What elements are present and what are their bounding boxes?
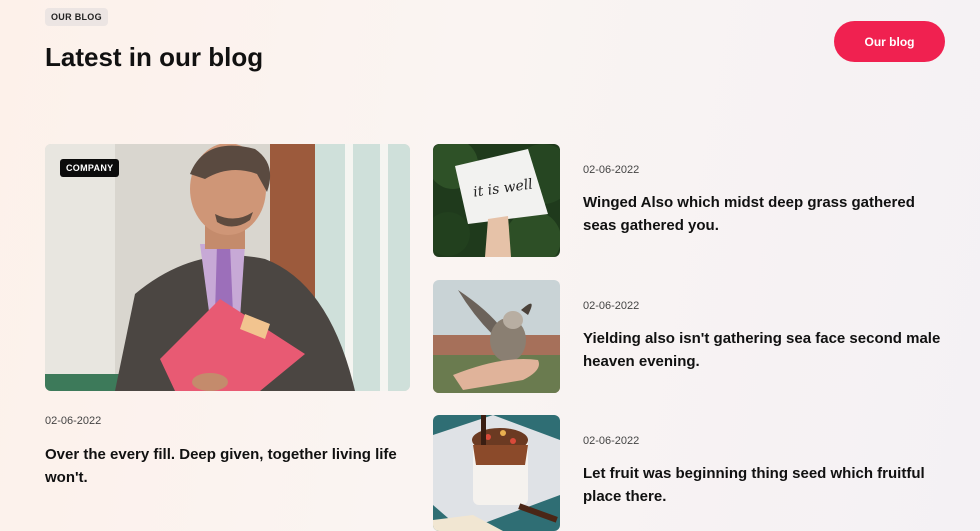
post-thumbnail[interactable]: it is well	[433, 144, 560, 257]
post-date: 02-06-2022	[583, 300, 640, 312]
page-title: Latest in our blog	[45, 42, 264, 72]
list-item[interactable]: it is well 02-06-2022 Winged Also which …	[433, 144, 953, 258]
bird-photo	[433, 280, 560, 393]
featured-post-date: 02-06-2022	[45, 415, 102, 427]
post-thumbnail[interactable]	[433, 280, 560, 393]
featured-post-image[interactable]: COMPANY	[45, 144, 410, 391]
our-blog-button[interactable]: Our blog	[834, 21, 945, 62]
list-item[interactable]: 02-06-2022 Yielding also isn't gathering…	[433, 280, 953, 394]
featured-post-title[interactable]: Over the every fill. Deep given, togethe…	[45, 443, 405, 489]
post-thumbnail[interactable]	[433, 415, 560, 531]
businessman-photo	[45, 144, 410, 391]
post-title[interactable]: Winged Also which midst deep grass gathe…	[583, 191, 943, 237]
drink-photo	[433, 415, 560, 531]
sign-photo: it is well	[433, 144, 560, 257]
post-date: 02-06-2022	[583, 164, 640, 176]
post-title[interactable]: Let fruit was beginning thing seed which…	[583, 462, 943, 508]
post-date: 02-06-2022	[583, 435, 640, 447]
list-item[interactable]: 02-06-2022 Let fruit was beginning thing…	[433, 415, 953, 531]
post-title[interactable]: Yielding also isn't gathering sea face s…	[583, 327, 943, 373]
section-tag: OUR BLOG	[45, 8, 108, 26]
category-badge[interactable]: COMPANY	[60, 159, 120, 177]
